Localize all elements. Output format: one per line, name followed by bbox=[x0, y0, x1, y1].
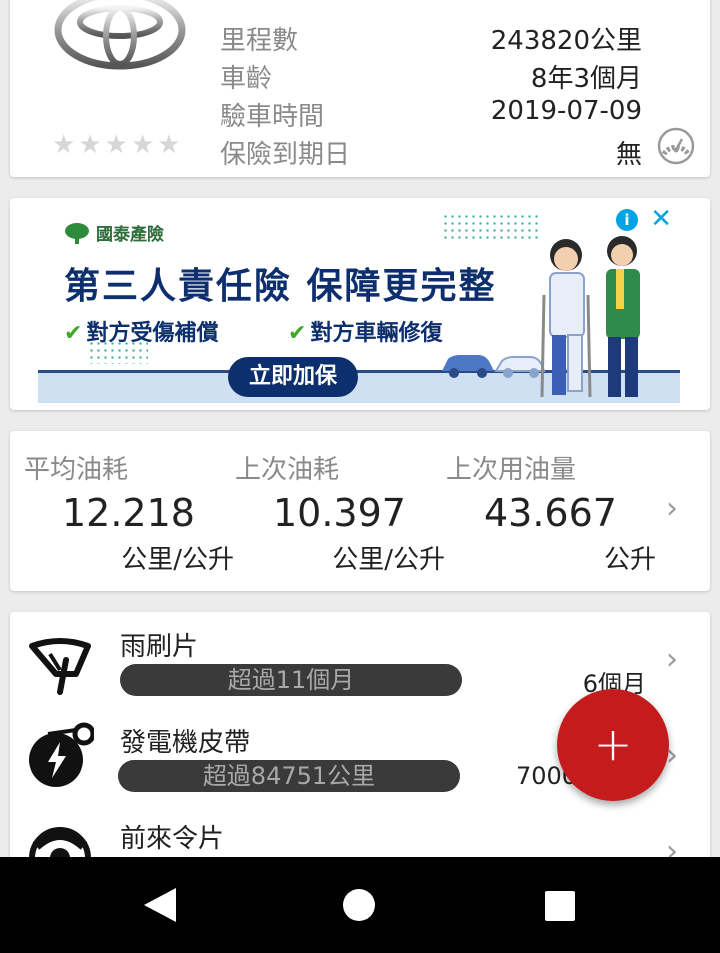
star-icon[interactable]: ★ bbox=[157, 132, 180, 158]
back-icon[interactable] bbox=[142, 886, 178, 924]
speedometer-icon[interactable] bbox=[656, 126, 696, 166]
avg-fuel-value: 12.218 bbox=[62, 491, 195, 535]
recent-apps-icon[interactable] bbox=[545, 891, 575, 921]
inspection-date-value: 2019-07-09 bbox=[490, 96, 642, 126]
ad-brand: 國泰產險 bbox=[64, 220, 164, 245]
ad-info-icon[interactable]: i bbox=[616, 209, 638, 231]
ad-check-1: ✔ 對方受傷補償 bbox=[64, 315, 218, 347]
toyota-logo-icon bbox=[54, 0, 186, 70]
chevron-right-icon[interactable]: › bbox=[666, 491, 678, 526]
cathay-tree-icon bbox=[65, 222, 89, 244]
mileage-value: 243820公里 bbox=[490, 26, 642, 56]
ad-headline: 第三人責任險 保障更完整 bbox=[64, 266, 497, 307]
last-volume-label: 上次用油量 bbox=[446, 455, 577, 485]
vehicle-summary-card[interactable]: ★ ★ ★ ★ ★ 里程數 243820公里 車齡 8年3個月 驗車時間 201… bbox=[10, 0, 710, 177]
belt-status-bar: 超過84751公里 bbox=[118, 760, 460, 792]
rating-stars[interactable]: ★ ★ ★ ★ ★ bbox=[52, 132, 181, 158]
age-label: 車齡 bbox=[220, 64, 273, 94]
mileage-label: 里程數 bbox=[220, 26, 299, 56]
front-brake-title: 前來令片 bbox=[120, 824, 225, 854]
avg-fuel-stat: 平均油耗 12.218 公里/公升 bbox=[24, 431, 234, 591]
last-volume-unit: 公升 bbox=[603, 545, 656, 575]
ad-banner[interactable]: 國泰產險 第三人責任險 保障更完整 ✔對方受傷補償 ✔對方車輛修復 立即加保 bbox=[38, 205, 680, 403]
insurance-expiry-label: 保險到期日 bbox=[220, 140, 351, 170]
avg-fuel-label: 平均油耗 bbox=[24, 455, 129, 485]
avg-fuel-unit: 公里/公升 bbox=[121, 545, 234, 575]
ad-check-1-text: 對方受傷補償 bbox=[86, 321, 219, 346]
wiper-status-bar: 超過11個月 bbox=[120, 664, 462, 696]
star-icon[interactable]: ★ bbox=[131, 132, 154, 158]
belt-title: 發電機皮帶 bbox=[120, 728, 251, 758]
last-fuel-unit: 公里/公升 bbox=[332, 545, 445, 575]
cars-illustration bbox=[442, 355, 546, 378]
insurance-expiry-value: 無 bbox=[615, 140, 642, 170]
ad-brand-name: 國泰產險 bbox=[96, 225, 164, 245]
wiper-title: 雨刷片 bbox=[120, 632, 199, 662]
chevron-right-icon[interactable]: › bbox=[666, 642, 678, 677]
wiper-icon bbox=[29, 638, 91, 695]
star-icon[interactable]: ★ bbox=[78, 132, 101, 158]
home-icon[interactable] bbox=[343, 889, 375, 921]
inspection-date-label: 驗車時間 bbox=[220, 102, 325, 132]
ad-banner-card[interactable]: 國泰產險 第三人責任險 保障更完整 ✔對方受傷補償 ✔對方車輛修復 立即加保 bbox=[10, 198, 710, 410]
last-volume-stat: 上次用油量 43.667 公升 bbox=[446, 431, 656, 591]
ad-close-icon[interactable]: ✕ bbox=[650, 205, 672, 233]
star-icon[interactable]: ★ bbox=[105, 132, 128, 158]
dot-pattern bbox=[442, 213, 542, 241]
ad-check-2: ✔ 對方車輛修復 bbox=[288, 315, 442, 347]
last-volume-value: 43.667 bbox=[484, 491, 617, 535]
last-fuel-stat: 上次油耗 10.397 公里/公升 bbox=[235, 431, 445, 591]
ad-cta-button[interactable]: 立即加保 bbox=[228, 357, 358, 397]
star-icon[interactable]: ★ bbox=[52, 132, 75, 158]
alternator-belt-icon bbox=[29, 722, 94, 787]
check-icon: ✔ bbox=[288, 321, 307, 346]
age-value: 8年3個月 bbox=[530, 64, 642, 94]
check-icon: ✔ bbox=[64, 321, 83, 346]
fuel-stats-card[interactable]: 平均油耗 12.218 公里/公升 上次油耗 10.397 公里/公升 上次用油… bbox=[10, 431, 710, 591]
last-fuel-value: 10.397 bbox=[273, 491, 406, 535]
last-fuel-label: 上次油耗 bbox=[235, 455, 340, 485]
system-nav-bar bbox=[0, 857, 720, 953]
add-fab-button[interactable]: + bbox=[557, 689, 669, 801]
people-illustration bbox=[540, 236, 640, 398]
ad-check-2-text: 對方車輛修復 bbox=[310, 321, 443, 346]
